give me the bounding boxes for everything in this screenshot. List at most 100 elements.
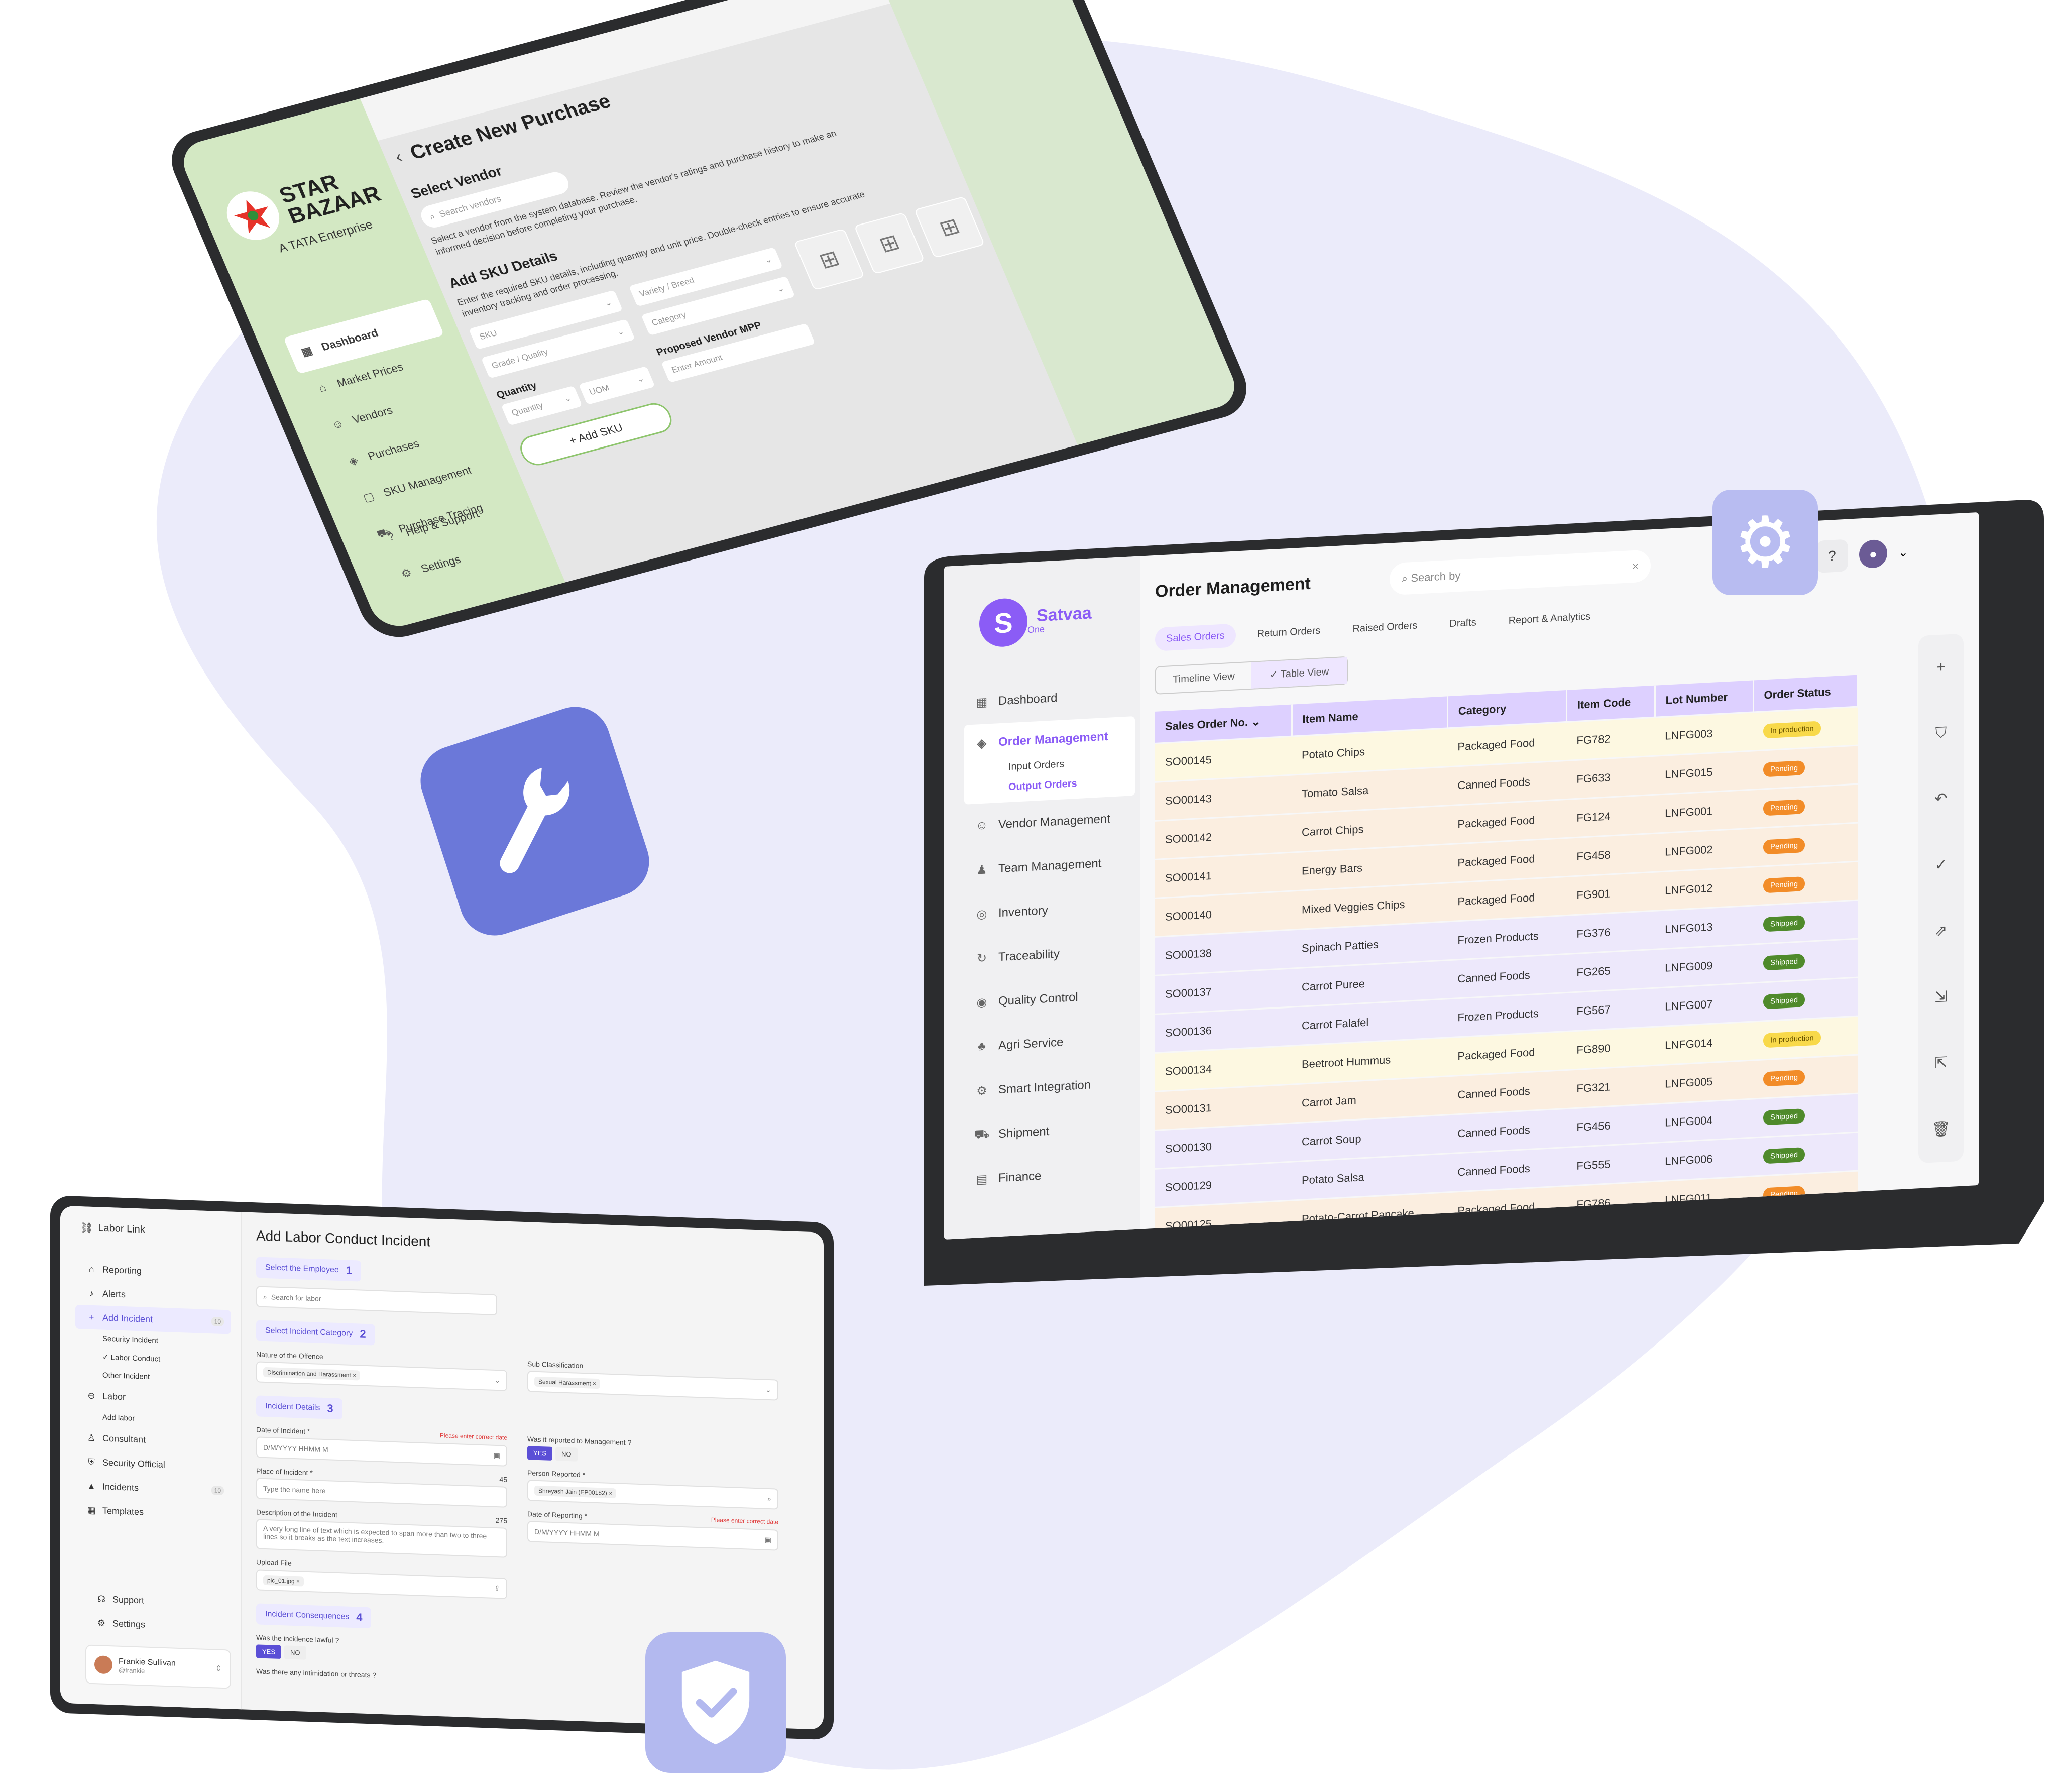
table-view-button[interactable]: ✓ Table View	[1251, 657, 1347, 689]
status-badge: Pending	[1763, 799, 1805, 816]
chevron-down-icon[interactable]: ⌄	[1898, 545, 1908, 560]
table-cell: LNFG002	[1655, 828, 1754, 872]
reported-label: Was it reported to Management ?	[527, 1435, 632, 1447]
search-input[interactable]: ⌕ Search by ×	[1389, 549, 1651, 596]
no-button[interactable]: NO	[284, 1645, 306, 1660]
table-cell: Packaged Food	[1447, 838, 1567, 883]
tab-return-orders[interactable]: Return Orders	[1246, 618, 1332, 646]
sku-placeholder: SKU	[478, 328, 499, 342]
sub-classification-select[interactable]: Sexual Harassment × ⌄	[527, 1371, 778, 1401]
labor-search-input[interactable]: ⌕ Search for labor	[256, 1286, 497, 1316]
sidebar-item-label: Add Incident	[102, 1312, 153, 1324]
warning-icon: ▲	[87, 1481, 96, 1491]
person-input[interactable]: Shreyash Jain (EP00182) × ⌕	[527, 1480, 778, 1510]
place-char-count: 45	[499, 1475, 507, 1484]
truck-icon: ⛟	[974, 1127, 990, 1142]
yes-button[interactable]: YES	[256, 1644, 282, 1659]
sidebar-subitem-label: Input Orders	[1008, 758, 1065, 772]
add-image-icon[interactable]: ⊞	[854, 212, 925, 275]
gear-icon: ⚙	[976, 1083, 987, 1098]
table-cell: FG456	[1566, 1104, 1655, 1148]
chevron-down-icon: ⌄	[775, 283, 786, 294]
description-text: A very long line of text which is expect…	[263, 1524, 487, 1545]
quality-icon: ◉	[976, 995, 987, 1010]
sidebar-item-templates[interactable]: ▦ Templates	[75, 1498, 231, 1527]
check-circle-icon[interactable]: ✓	[1934, 856, 1947, 874]
status-badge: Pending	[1763, 760, 1805, 777]
step-3-badge: Incident Details 3	[256, 1395, 342, 1420]
report-date-input[interactable]: D/M/YYYY HHMM M ▣	[527, 1521, 778, 1551]
sidebar-item-label: Alerts	[102, 1288, 126, 1299]
settings-icon: ⚙	[97, 1617, 106, 1628]
yes-button[interactable]: YES	[527, 1446, 553, 1461]
inventory-icon: ◎	[976, 907, 987, 922]
avatar	[94, 1655, 112, 1674]
chevron-down-icon: ⌄	[635, 373, 646, 385]
place-placeholder: Type the name here	[263, 1484, 326, 1495]
add-image-icon[interactable]: ⊞	[793, 228, 865, 291]
sidebar-item-label: Vendor Management	[998, 812, 1110, 832]
table-cell: SO00130	[1155, 1123, 1292, 1169]
share-icon[interactable]: ⇗	[1934, 922, 1947, 940]
user-card[interactable]: Frankie Sullivan @frankie ⇕	[85, 1644, 231, 1689]
sidebar-item-label: Incidents	[102, 1481, 139, 1493]
table-cell: Canned Foods	[1447, 1070, 1567, 1115]
table-cell: Frozen Products	[1447, 992, 1567, 1038]
upload-input[interactable]: pic_01.jpg × ⇪	[256, 1569, 507, 1599]
table-cell: Frozen Products	[1447, 915, 1567, 960]
logo-text: Labor Link	[98, 1222, 145, 1236]
place-label: Place of Incident *	[256, 1467, 313, 1477]
tab-sales-orders[interactable]: Sales Orders	[1155, 623, 1236, 651]
satvaa-laptop: S Satvaa One ▦ Dashboard ◈ Order Management…	[924, 489, 2044, 1311]
page-title: Add Labor Conduct Incident	[256, 1227, 431, 1250]
upload-icon[interactable]: ⇪	[494, 1584, 500, 1592]
logo-name: Satvaa	[1037, 603, 1092, 625]
date-input[interactable]: D/M/YYYY HHMM M ▣	[256, 1436, 507, 1467]
export-icon[interactable]: ⇱	[1934, 1054, 1947, 1072]
vendor-icon: ☺	[975, 818, 988, 833]
settings-link[interactable]: ⚙ Settings	[85, 1610, 231, 1639]
add-image-icon[interactable]: ⊞	[913, 196, 985, 259]
chevron-down-icon[interactable]: ⌄	[1251, 715, 1260, 728]
tab-raised-orders[interactable]: Raised Orders	[1341, 613, 1428, 641]
page-title: Order Management	[1155, 574, 1311, 601]
chevron-updown-icon[interactable]: ⇕	[215, 1663, 222, 1673]
reported-toggle: YES NO	[527, 1446, 578, 1462]
table-cell: FG901	[1566, 872, 1655, 916]
table-cell: FG265	[1566, 949, 1655, 993]
table-cell: SO00136	[1155, 1007, 1292, 1053]
no-button[interactable]: NO	[555, 1447, 578, 1462]
tab-report-analytics[interactable]: Report & Analytics	[1498, 604, 1602, 633]
calendar-icon: ▣	[764, 1535, 771, 1544]
table-cell: SO00131	[1155, 1084, 1292, 1131]
table-cell: FG555	[1566, 1143, 1655, 1186]
order-status-cell: Shipped	[1753, 1093, 1858, 1138]
filter-icon[interactable]: ⛉	[1935, 724, 1947, 742]
undo-icon[interactable]: ↶	[1934, 790, 1947, 808]
table-cell: LNFG015	[1655, 750, 1754, 795]
import-icon[interactable]: ⇲	[1934, 988, 1947, 1006]
table-cell: LNFG005	[1655, 1060, 1754, 1104]
link-icon: ⛓	[80, 1222, 93, 1234]
bell-icon: ♪	[89, 1288, 94, 1298]
back-icon[interactable]: ‹	[392, 147, 405, 167]
search-placeholder: Search by	[1411, 569, 1461, 585]
trash-icon[interactable]: 🗑︎	[1931, 1120, 1951, 1139]
amount-placeholder: Enter Amount	[670, 353, 724, 375]
close-icon[interactable]: ×	[1632, 559, 1639, 573]
plus-icon[interactable]: +	[1936, 659, 1946, 677]
description-textarea[interactable]: A very long line of text which is expect…	[256, 1519, 507, 1558]
nature-select[interactable]: Discrimination and Harassment × ⌄	[256, 1361, 507, 1391]
sub-classification-value: Sexual Harassment	[538, 1378, 591, 1387]
tab-drafts[interactable]: Drafts	[1438, 610, 1487, 636]
avatar[interactable]: ●	[1859, 539, 1887, 569]
date-placeholder: D/M/YYYY HHMM M	[263, 1443, 328, 1454]
table-cell: FG567	[1566, 988, 1655, 1032]
sidebar-item-finance[interactable]: ▤ Finance	[964, 1149, 1135, 1202]
sidebar-item-label: Market Prices	[334, 360, 405, 390]
uom-placeholder: UOM	[588, 383, 611, 397]
help-icon[interactable]: ?	[1815, 539, 1848, 573]
step-4-badge: Incident Consequences 4	[256, 1603, 372, 1629]
timeline-view-button[interactable]: Timeline View	[1156, 662, 1251, 694]
place-input[interactable]: Type the name here	[256, 1478, 507, 1508]
